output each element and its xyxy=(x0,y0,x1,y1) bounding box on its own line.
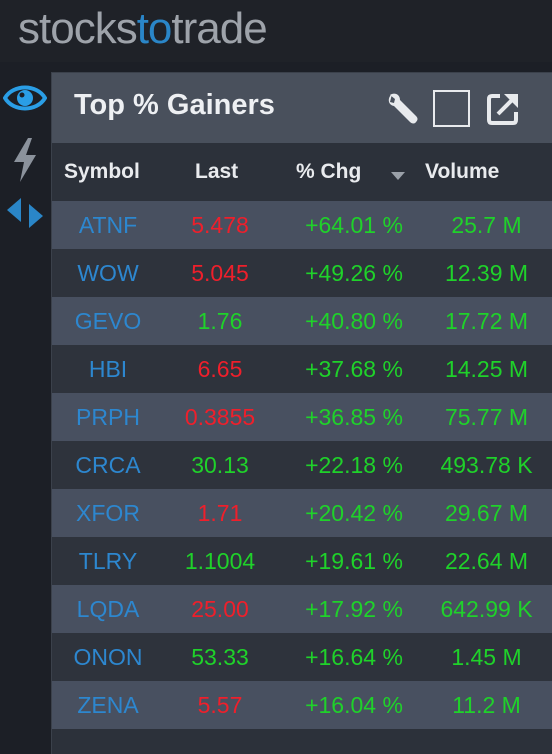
app-window: stockstotrade Top % Gainers Symbol Last … xyxy=(0,0,552,754)
cell-volume: 12.39 M xyxy=(444,260,529,286)
arrows-icon[interactable] xyxy=(0,196,50,230)
cell-percent-change: +16.04 % xyxy=(305,692,403,718)
column-header-last[interactable]: Last xyxy=(195,160,238,184)
table-row[interactable]: WOW 5.045 +49.26 % 12.39 M xyxy=(52,249,552,297)
brand-logo[interactable]: stockstotrade xyxy=(18,4,268,54)
checkbox-icon[interactable] xyxy=(433,90,470,127)
lightning-icon[interactable] xyxy=(0,138,50,182)
cell-volume: 75.77 M xyxy=(444,404,529,430)
cell-last-price: 30.13 xyxy=(191,452,249,478)
cell-last-price: 5.57 xyxy=(197,692,243,718)
cell-percent-change: +40.80 % xyxy=(305,308,403,334)
cell-volume: 14.25 M xyxy=(444,356,529,382)
cell-symbol[interactable]: XFOR xyxy=(52,500,164,527)
eye-icon[interactable] xyxy=(0,80,50,116)
cell-symbol[interactable]: CRCA xyxy=(52,452,164,479)
table-row[interactable]: XFOR 1.71 +20.42 % 29.67 M xyxy=(52,489,552,537)
panel-header: Top % Gainers xyxy=(52,73,552,143)
cell-last-price: 5.045 xyxy=(191,260,249,286)
cell-percent-change: +16.64 % xyxy=(305,644,403,670)
cell-percent-change: +36.85 % xyxy=(305,404,403,430)
table-row[interactable]: TLRY 1.1004 +19.61 % 22.64 M xyxy=(52,537,552,585)
table-row[interactable]: PRPH 0.3855 +36.85 % 75.77 M xyxy=(52,393,552,441)
table-row[interactable]: ONON 53.33 +16.64 % 1.45 M xyxy=(52,633,552,681)
column-header-volume[interactable]: Volume xyxy=(425,160,499,184)
column-header-chg[interactable]: % Chg xyxy=(296,160,361,184)
cell-volume: 17.72 M xyxy=(444,308,529,334)
column-header-symbol[interactable]: Symbol xyxy=(64,160,140,184)
cell-last-price: 1.1004 xyxy=(184,548,256,574)
cell-volume: 29.67 M xyxy=(444,500,529,526)
cell-percent-change: +19.61 % xyxy=(305,548,403,574)
top-gainers-panel: Top % Gainers Symbol Last % Chg Volume A… xyxy=(51,72,552,754)
cell-percent-change: +64.01 % xyxy=(305,212,403,238)
cell-last-price: 1.71 xyxy=(197,500,243,526)
cell-symbol[interactable]: ONON xyxy=(52,644,164,671)
cell-symbol[interactable]: HBI xyxy=(52,356,164,383)
cell-percent-change: +49.26 % xyxy=(305,260,403,286)
cell-last-price: 25.00 xyxy=(191,596,249,622)
cell-volume: 1.45 M xyxy=(451,644,522,670)
cell-symbol[interactable]: GEVO xyxy=(52,308,164,335)
cell-percent-change: +17.92 % xyxy=(305,596,403,622)
cell-volume: 493.78 K xyxy=(440,452,533,478)
cell-symbol[interactable]: ZENA xyxy=(52,692,164,719)
cell-percent-change: +22.18 % xyxy=(305,452,403,478)
cell-last-price: 5.478 xyxy=(191,212,249,238)
cell-symbol[interactable]: LQDA xyxy=(52,596,164,623)
cell-last-price: 6.65 xyxy=(197,356,243,382)
cell-symbol[interactable]: ATNF xyxy=(52,212,164,239)
table-row[interactable]: ATNF 5.478 +64.01 % 25.7 M xyxy=(52,201,552,249)
cell-volume: 22.64 M xyxy=(444,548,529,574)
cell-symbol[interactable]: WOW xyxy=(52,260,164,287)
table-row[interactable]: GEVO 1.76 +40.80 % 17.72 M xyxy=(52,297,552,345)
table-row[interactable]: ZENA 5.57 +16.04 % 11.2 M xyxy=(52,681,552,729)
cell-symbol[interactable]: TLRY xyxy=(52,548,164,575)
wrench-icon[interactable] xyxy=(386,90,420,131)
panel-title: Top % Gainers xyxy=(74,89,275,121)
gainers-table-body: ATNF 5.478 +64.01 % 25.7 M WOW 5.045 +49.26 % 1… xyxy=(52,201,552,729)
left-rail xyxy=(0,62,50,754)
brand-logo-part-stocks: stocks xyxy=(18,4,138,53)
popout-icon[interactable] xyxy=(486,90,520,131)
cell-volume: 25.7 M xyxy=(451,212,522,238)
table-row[interactable]: HBI 6.65 +37.68 % 14.25 M xyxy=(52,345,552,393)
cell-last-price: 53.33 xyxy=(191,644,249,670)
cell-percent-change: +37.68 % xyxy=(305,356,403,382)
cell-volume: 642.99 K xyxy=(440,596,533,622)
cell-symbol[interactable]: PRPH xyxy=(52,404,164,431)
cell-last-price: 1.76 xyxy=(197,308,243,334)
table-row[interactable]: CRCA 30.13 +22.18 % 493.78 K xyxy=(52,441,552,489)
brand-logo-part-to: to xyxy=(136,4,173,53)
column-header-row: Symbol Last % Chg Volume xyxy=(52,143,552,201)
cell-volume: 11.2 M xyxy=(452,692,521,718)
cell-percent-change: +20.42 % xyxy=(305,500,403,526)
brand-bar: stockstotrade xyxy=(0,0,552,62)
table-row[interactable]: LQDA 25.00 +17.92 % 642.99 K xyxy=(52,585,552,633)
brand-logo-part-trade: trade xyxy=(171,4,267,53)
sort-descending-icon[interactable] xyxy=(391,164,405,188)
cell-last-price: 0.3855 xyxy=(184,404,256,430)
